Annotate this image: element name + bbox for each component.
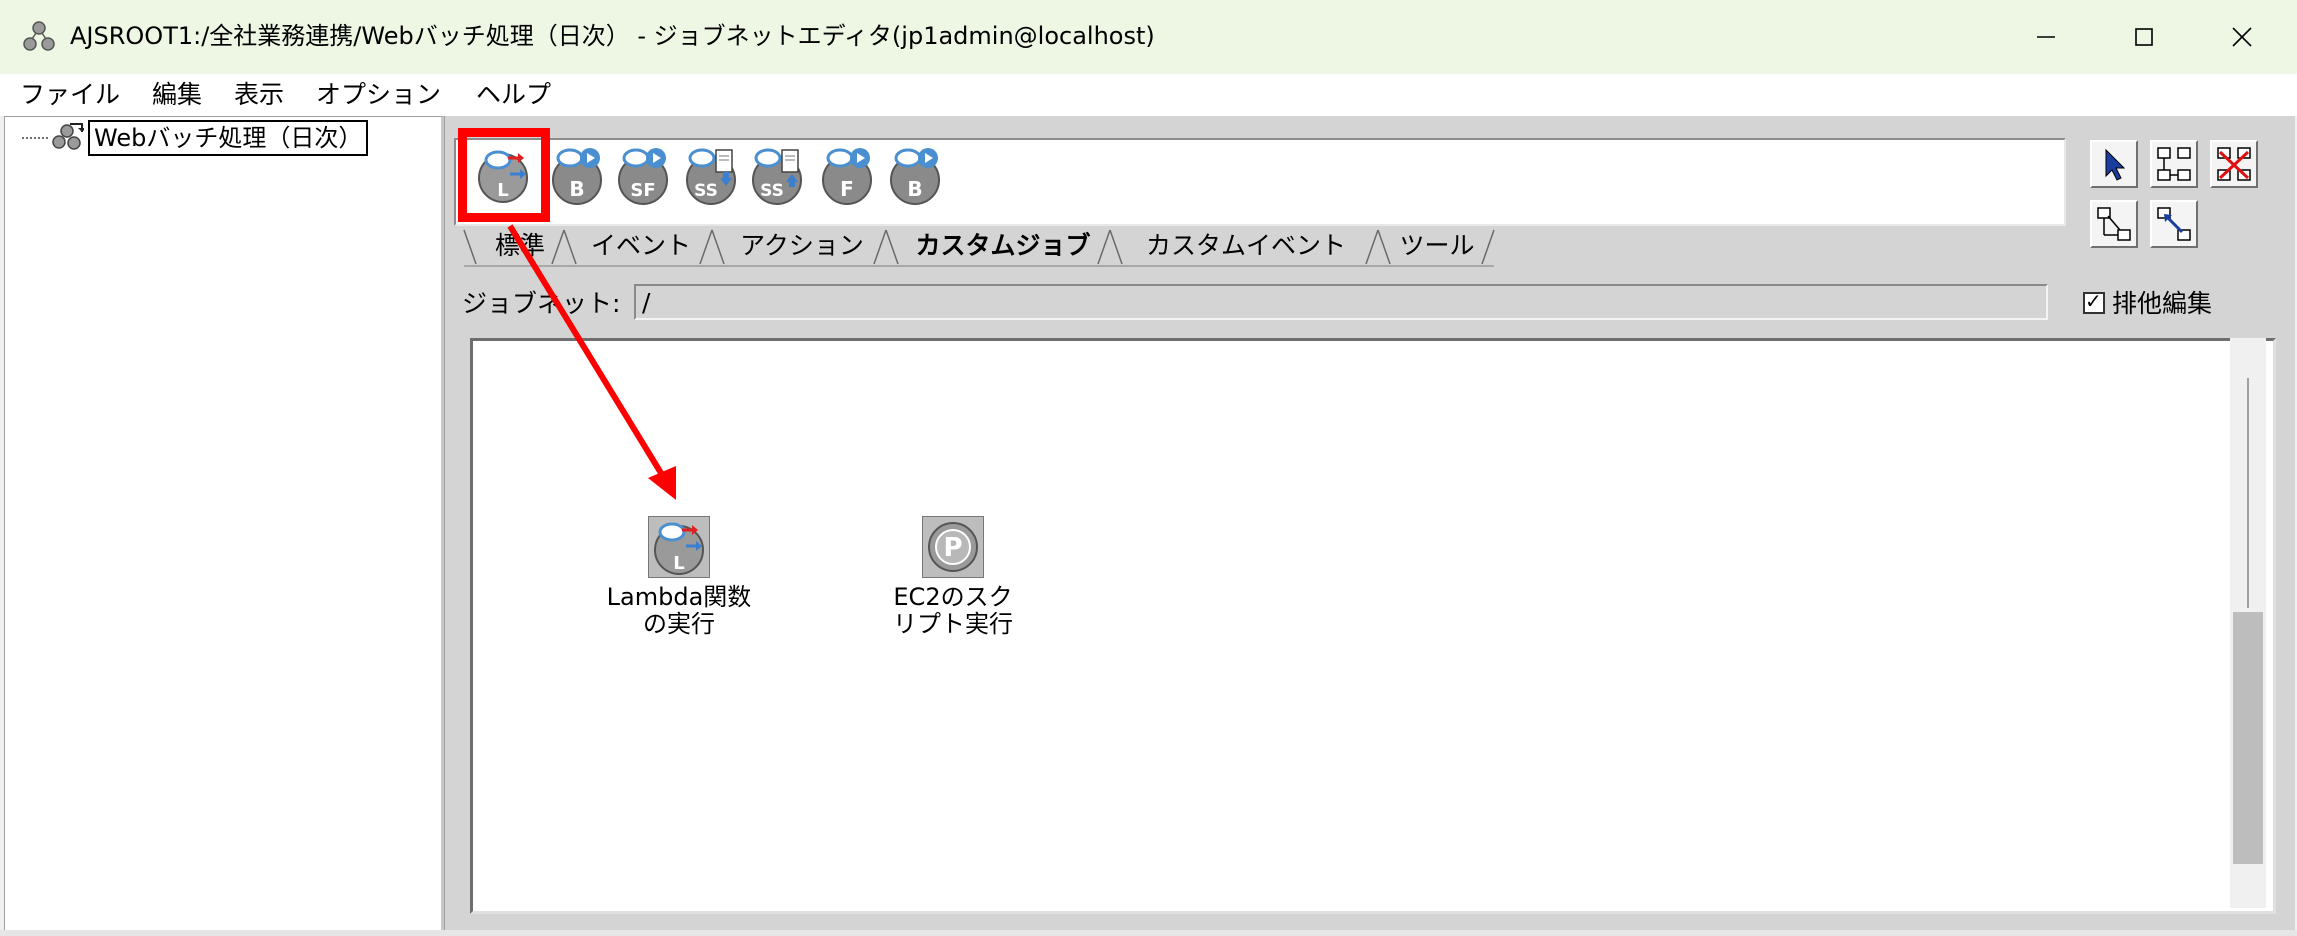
s3-upload-job-icon[interactable]: SS (748, 144, 806, 206)
pointer-icon (2105, 148, 2126, 181)
jobnet-tree-icon (52, 123, 84, 150)
tab-custom-event[interactable]: カスタムイベント (1118, 226, 1374, 266)
job-label-line: EC2のスク (893, 583, 1013, 611)
menu-options[interactable]: オプション (316, 74, 441, 116)
canvas-ec2-script-job-icon[interactable]: P (921, 515, 985, 579)
tree-item-jobnet[interactable]: Webバッチ処理（日次） (88, 120, 369, 156)
relation-icon (2157, 147, 2191, 181)
job-label-line: の実行 (643, 610, 715, 638)
window-title: AJSROOT1:/全社業務連携/Webバッチ処理（日次） - ジョブネットエデ… (70, 22, 1155, 50)
branch-icon (2097, 207, 2131, 241)
menu-bar: ファイル 編集 表示 オプション ヘルプ (0, 74, 2297, 116)
tab-standard[interactable]: 標準 (480, 226, 560, 266)
canvas-ec2-script-job-label[interactable]: EC2のスク リプト実行 (878, 584, 1028, 638)
tab-custom-job[interactable]: カスタムジョブ (898, 226, 1108, 266)
minimize-icon (2037, 36, 2055, 38)
close-button[interactable] (2196, 0, 2288, 74)
svg-text:B: B (569, 177, 584, 201)
jobnet-app-icon (23, 21, 55, 51)
tree-connector (22, 137, 48, 139)
close-icon (2232, 27, 2252, 47)
delete-relation-icon (2217, 147, 2251, 181)
tab-event[interactable]: イベント (574, 226, 708, 266)
scrollbar-track-line (2247, 378, 2249, 608)
branch-relation-button[interactable] (2090, 200, 2138, 248)
function-job-icon[interactable]: F (818, 144, 876, 206)
svg-text:B: B (907, 177, 922, 201)
blob-job-icon[interactable]: B (886, 144, 944, 206)
svg-text:L: L (673, 553, 684, 574)
delete-relation-button[interactable] (2210, 140, 2258, 188)
exclusive-edit-checkbox[interactable]: ✓ (2083, 289, 2105, 314)
status-strip (0, 930, 2297, 936)
minimize-button[interactable] (2000, 0, 2092, 74)
connect-relation-button[interactable] (2150, 140, 2198, 188)
reverse-relation-button[interactable] (2150, 200, 2198, 248)
menu-file[interactable]: ファイル (20, 74, 120, 116)
batch-job-icon[interactable]: B (548, 144, 606, 206)
svg-text:P: P (943, 533, 962, 563)
exclusive-edit-label: 排他編集 (2112, 289, 2213, 318)
maximize-icon (2135, 28, 2153, 46)
svg-text:SS: SS (760, 181, 784, 201)
select-pointer-button[interactable] (2090, 140, 2138, 188)
tab-strip: 標準 イベント アクション カスタムジョブ カスタムイベント ツール (454, 226, 2014, 268)
svg-text:SS: SS (694, 181, 718, 201)
job-label-line: Lambda関数 (606, 583, 752, 611)
menu-edit[interactable]: 編集 (152, 74, 202, 116)
maximize-button[interactable] (2098, 0, 2190, 74)
canvas-lambda-job-label[interactable]: Lambda関数 の実行 (604, 584, 754, 638)
canvas-lambda-job-icon[interactable]: L (647, 515, 711, 579)
palette-highlight-box (458, 128, 550, 222)
reverse-relation-icon (2157, 207, 2191, 241)
tab-tool[interactable]: ツール (1384, 226, 1490, 266)
svg-text:SF: SF (630, 180, 655, 201)
jobnet-path-field[interactable]: / (634, 284, 2048, 320)
menu-view[interactable]: 表示 (234, 74, 284, 116)
job-label-line: リプト実行 (893, 610, 1013, 638)
jobnet-tree-panel[interactable] (4, 116, 444, 932)
tab-action[interactable]: アクション (722, 226, 882, 266)
svg-text:F: F (840, 177, 854, 201)
stepfunctions-job-icon[interactable]: SF (614, 144, 672, 206)
jobnet-label: ジョブネット: (462, 289, 621, 318)
scrollbar-thumb[interactable] (2233, 612, 2263, 864)
title-bar: AJSROOT1:/全社業務連携/Webバッチ処理（日次） - ジョブネットエデ… (0, 0, 2297, 75)
checkmark-icon: ✓ (2085, 289, 2102, 313)
menu-help[interactable]: ヘルプ (476, 74, 551, 116)
s3-download-job-icon[interactable]: SS (682, 144, 740, 206)
